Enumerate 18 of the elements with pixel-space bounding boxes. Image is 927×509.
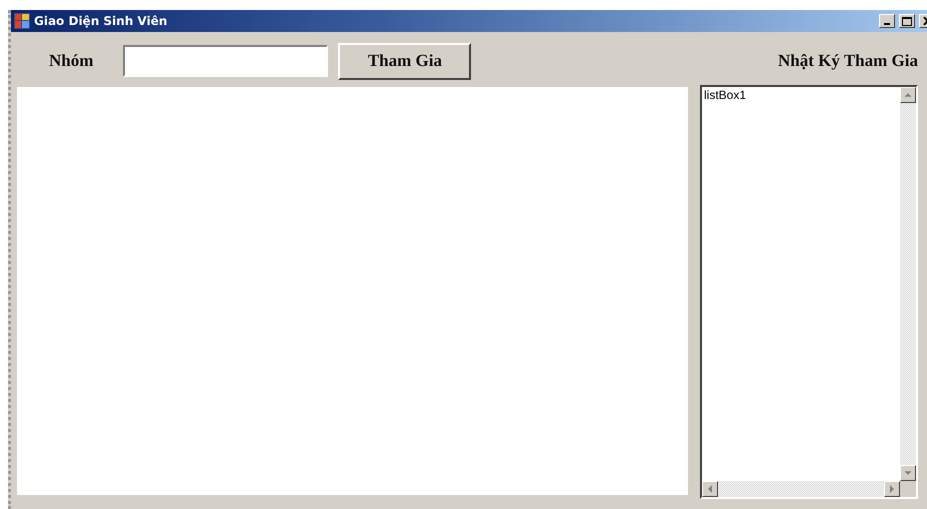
minimize-button[interactable]	[879, 14, 895, 28]
group-input-field[interactable]	[123, 45, 328, 77]
list-item[interactable]: listBox1	[704, 88, 898, 102]
log-title: Nhật Ký Tham Gia	[778, 51, 918, 71]
scrollbar-corner	[900, 481, 916, 497]
horizontal-scrollbar[interactable]	[702, 481, 900, 497]
maximize-button[interactable]	[899, 14, 915, 28]
app-icon	[14, 13, 30, 29]
join-button[interactable]: Tham Gia	[338, 42, 472, 80]
maximize-icon	[902, 16, 912, 26]
scroll-up-icon[interactable]	[900, 87, 916, 103]
scroll-down-icon[interactable]	[900, 465, 916, 481]
window-title: Giao Diện Sinh Viên	[34, 14, 168, 28]
log-list-box[interactable]: listBox1	[700, 85, 918, 499]
vertical-scrollbar[interactable]	[900, 87, 916, 481]
scroll-left-icon[interactable]	[702, 481, 718, 497]
group-label: Nhóm	[49, 51, 94, 71]
scroll-right-icon[interactable]	[884, 481, 900, 497]
